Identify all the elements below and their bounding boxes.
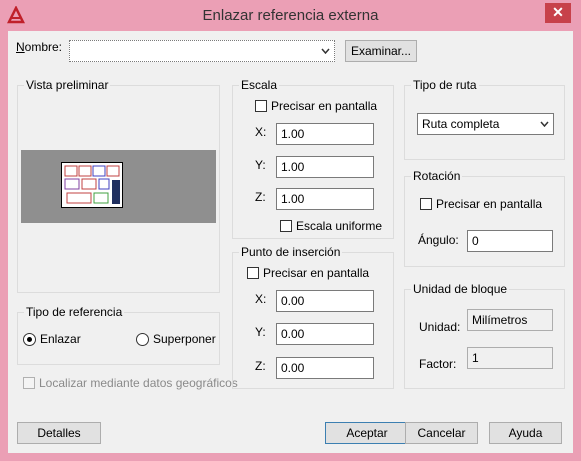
detalles-button[interactable]: Detalles — [17, 422, 101, 444]
geo-label: Localizar mediante datos geográficos — [39, 376, 238, 390]
drawing-thumbnail — [61, 162, 123, 208]
geo-checkbox[interactable] — [23, 377, 35, 389]
escala-uniforme-label: Escala uniforme — [296, 219, 383, 233]
rotacion-group: Rotación Precisar en pantalla Ángulo: 0 — [404, 169, 565, 267]
escala-z-label: Z: — [255, 190, 266, 204]
insercion-precisar-checkbox[interactable] — [247, 267, 259, 279]
rotacion-precisar-label: Precisar en pantalla — [436, 197, 543, 211]
title-bar[interactable]: Enlazar referencia externa ✕ — [0, 0, 581, 32]
tipo-ruta-title: Tipo de ruta — [411, 78, 479, 92]
vista-preliminar-title: Vista preliminar — [24, 78, 111, 92]
nombre-combobox[interactable] — [69, 40, 335, 62]
dialog-window: Enlazar referencia externa ✕ Nombre: Exa… — [0, 0, 581, 461]
vista-preliminar-group: Vista preliminar — [17, 78, 220, 293]
preview-area — [21, 150, 216, 223]
factor-value: 1 — [467, 347, 553, 369]
angulo-label: Ángulo: — [418, 233, 459, 247]
tipo-ruta-group: Tipo de ruta Ruta completa — [404, 78, 565, 160]
insercion-y-label: Y: — [255, 325, 266, 339]
escala-y-label: Y: — [255, 158, 266, 172]
escala-x-label: X: — [255, 125, 267, 139]
insercion-group: Punto de inserción Precisar en pantalla … — [232, 245, 394, 389]
rotacion-precisar-checkbox[interactable] — [420, 198, 432, 210]
aceptar-button[interactable]: Aceptar — [325, 422, 409, 444]
chevron-down-icon — [321, 48, 330, 54]
factor-label: Factor: — [419, 357, 457, 371]
insercion-title: Punto de inserción — [239, 245, 343, 259]
unidad-value: Milímetros — [467, 309, 553, 331]
superponer-label[interactable]: Superponer — [153, 332, 216, 346]
escala-group: Escala Precisar en pantalla X: 1.00 Y: 1… — [232, 78, 394, 239]
insercion-precisar-label: Precisar en pantalla — [263, 266, 370, 280]
insercion-x-input[interactable]: 0.00 — [276, 290, 374, 312]
escala-y-input[interactable]: 1.00 — [276, 156, 374, 178]
escala-uniforme-checkbox[interactable] — [280, 220, 292, 232]
tipo-ruta-value: Ruta completa — [422, 117, 500, 131]
examinar-button[interactable]: Examinar... — [345, 40, 417, 62]
insercion-z-input[interactable]: 0.00 — [276, 357, 374, 379]
nombre-label-text: ombre: — [24, 40, 63, 54]
tipo-ruta-select[interactable]: Ruta completa — [417, 113, 554, 135]
unidad-bloque-title: Unidad de bloque — [411, 282, 510, 296]
enlazar-radio[interactable] — [23, 333, 36, 346]
escala-precisar-checkbox[interactable] — [255, 100, 267, 112]
escala-precisar-label: Precisar en pantalla — [271, 99, 378, 113]
dialog-body: Nombre: Examinar... Vista preliminar Tip… — [8, 31, 573, 453]
close-button[interactable]: ✕ — [545, 3, 571, 23]
unidad-label: Unidad: — [419, 320, 461, 334]
rotacion-title: Rotación — [411, 169, 463, 183]
insercion-y-input[interactable]: 0.00 — [276, 323, 374, 345]
insercion-x-label: X: — [255, 292, 267, 306]
unidad-bloque-group: Unidad de bloque Unidad: Milímetros Fact… — [404, 282, 565, 389]
nombre-label: Nombre: — [16, 40, 63, 54]
superponer-radio[interactable] — [136, 333, 149, 346]
escala-x-input[interactable]: 1.00 — [276, 123, 374, 145]
chevron-down-icon — [540, 121, 549, 127]
tipo-referencia-title: Tipo de referencia — [24, 305, 125, 319]
angulo-input[interactable]: 0 — [467, 230, 553, 252]
tipo-referencia-group: Tipo de referencia Enlazar Superponer — [17, 305, 220, 365]
escala-z-input[interactable]: 1.00 — [276, 188, 374, 210]
cancelar-button[interactable]: Cancelar — [405, 422, 478, 444]
ayuda-button[interactable]: Ayuda — [489, 422, 562, 444]
window-title: Enlazar referencia externa — [202, 7, 379, 24]
enlazar-label[interactable]: Enlazar — [40, 332, 81, 346]
escala-title: Escala — [239, 78, 280, 92]
insercion-z-label: Z: — [255, 359, 266, 373]
